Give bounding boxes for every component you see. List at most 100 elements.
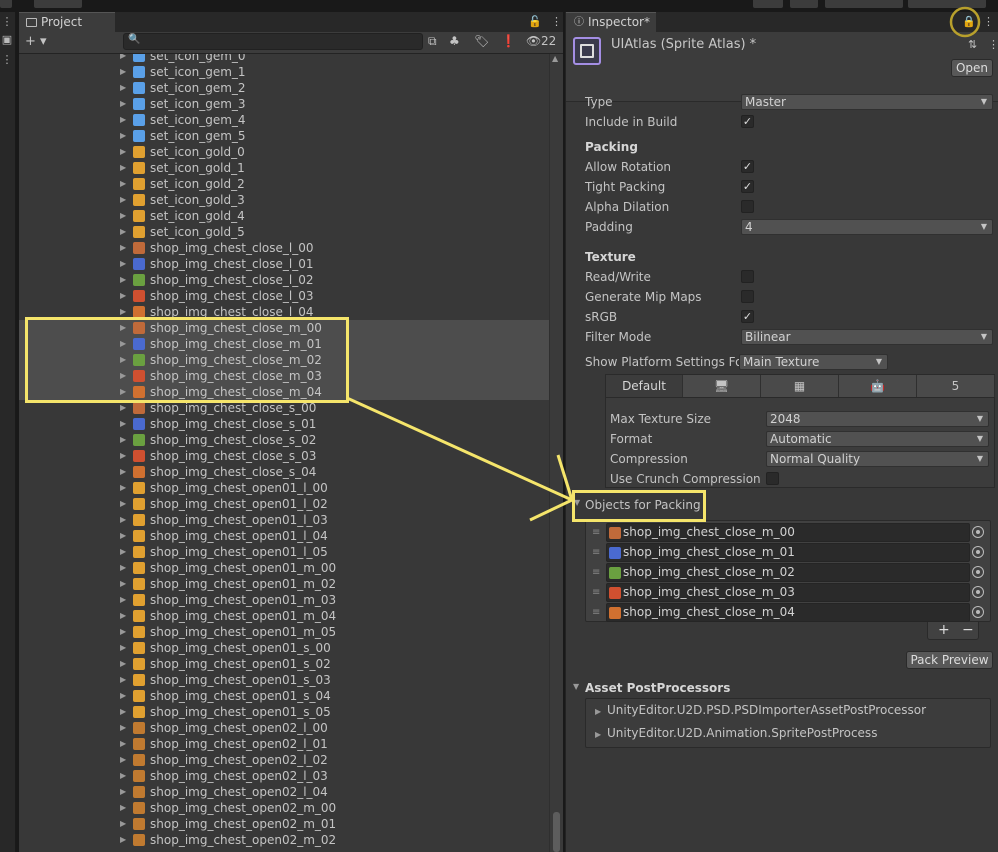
expand-arrow-icon[interactable]: ▶: [120, 448, 126, 464]
list-item[interactable]: ▶ set_icon_gem_5: [19, 128, 549, 144]
list-item[interactable]: ▶ set_icon_gold_1: [19, 160, 549, 176]
platform-tab[interactable]: ▦: [761, 375, 839, 397]
kebab-menu-icon[interactable]: ⋮: [551, 15, 562, 28]
dock-tool-icon[interactable]: ▣: [1, 34, 13, 46]
drag-handle-icon[interactable]: ≡: [592, 563, 600, 582]
object-picker-icon[interactable]: [972, 526, 984, 538]
expand-arrow-icon[interactable]: ▶: [120, 64, 126, 80]
expand-arrow-icon[interactable]: ▶: [120, 416, 126, 432]
list-item[interactable]: ▶ shop_img_chest_close_l_03: [19, 288, 549, 304]
remove-item-button[interactable]: −: [962, 622, 974, 638]
expand-arrow-icon[interactable]: ▶: [120, 144, 126, 160]
expand-arrow-icon[interactable]: ▶: [120, 192, 126, 208]
expand-arrow-icon[interactable]: ▶: [120, 112, 126, 128]
expand-arrow-icon[interactable]: ▶: [120, 720, 126, 736]
toolbar-chip[interactable]: [0, 0, 12, 8]
filter-mode-dropdown[interactable]: Bilinear ▼: [741, 329, 993, 345]
platform-tab[interactable]: Default: [606, 375, 683, 397]
add-item-button[interactable]: +: [938, 622, 950, 638]
error-filter-icon[interactable]: ❗: [501, 34, 516, 48]
expand-arrow-icon[interactable]: ▶: [120, 688, 126, 704]
open-button[interactable]: Open: [951, 59, 993, 77]
expand-arrow-icon[interactable]: ▶: [120, 54, 126, 64]
list-item[interactable]: ▶ shop_img_chest_open02_l_00: [19, 720, 549, 736]
pack-preview-button[interactable]: Pack Preview: [906, 651, 993, 669]
list-item[interactable]: ▶ shop_img_chest_close_l_00: [19, 240, 549, 256]
expand-arrow-icon[interactable]: ▶: [120, 800, 126, 816]
max-texture-size-dropdown[interactable]: 2048 ▼: [766, 411, 989, 427]
expand-arrow-icon[interactable]: ▶: [120, 592, 126, 608]
hidden-packages-icon[interactable]: 👁: [526, 34, 541, 48]
list-item[interactable]: ▶ set_icon_gold_5: [19, 224, 549, 240]
kebab-menu-icon[interactable]: ⋮: [983, 15, 994, 28]
srgb-checkbox[interactable]: ✓: [741, 310, 754, 323]
expand-arrow-icon[interactable]: ▶: [120, 560, 126, 576]
list-item[interactable]: ▶ set_icon_gem_0: [19, 54, 549, 64]
expand-arrow-icon[interactable]: ▶: [120, 704, 126, 720]
kebab-menu-icon[interactable]: ⋮: [1, 54, 13, 66]
expand-arrow-icon[interactable]: ▶: [120, 224, 126, 240]
layers-dropdown[interactable]: [825, 0, 903, 8]
packing-object-field[interactable]: shop_img_chest_close_m_03: [606, 583, 970, 602]
drag-handle-icon[interactable]: ≡: [592, 543, 600, 562]
expand-arrow-icon[interactable]: ▶: [120, 480, 126, 496]
packing-object-field[interactable]: shop_img_chest_close_m_04: [606, 603, 970, 622]
expand-arrow-icon[interactable]: ▶: [120, 256, 126, 272]
expand-arrow-icon[interactable]: ▶: [120, 544, 126, 560]
crunch-checkbox[interactable]: [766, 472, 779, 485]
expand-arrow-icon[interactable]: ▶: [120, 512, 126, 528]
expand-arrow-icon[interactable]: ▶: [120, 608, 126, 624]
object-picker-icon[interactable]: [972, 606, 984, 618]
compression-dropdown[interactable]: Normal Quality ▼: [766, 451, 989, 467]
expand-arrow-icon[interactable]: ▶: [120, 816, 126, 832]
mipmaps-checkbox[interactable]: [741, 290, 754, 303]
list-item[interactable]: ▶ set_icon_gold_2: [19, 176, 549, 192]
postprocessor-item[interactable]: UnityEditor.U2D.Animation.SpritePostProc…: [607, 726, 877, 740]
expand-arrow-icon[interactable]: ▶: [120, 496, 126, 512]
platform-dropdown[interactable]: Main Texture ▼: [739, 354, 888, 370]
lock-icon[interactable]: 🔒: [962, 15, 976, 28]
list-item[interactable]: ▶ shop_img_chest_close_s_03: [19, 448, 549, 464]
list-item[interactable]: ▶ set_icon_gem_2: [19, 80, 549, 96]
list-item[interactable]: ▶ shop_img_chest_open01_m_02: [19, 576, 549, 592]
expand-arrow-icon[interactable]: ▶: [120, 784, 126, 800]
list-item[interactable]: ▶ shop_img_chest_close_s_01: [19, 416, 549, 432]
list-item[interactable]: ▶ shop_img_chest_open01_m_04: [19, 608, 549, 624]
packing-object-field[interactable]: shop_img_chest_close_m_00: [606, 523, 970, 542]
format-dropdown[interactable]: Automatic ▼: [766, 431, 989, 447]
list-item[interactable]: ▶ set_icon_gem_3: [19, 96, 549, 112]
layout-dropdown[interactable]: [908, 0, 986, 8]
list-item[interactable]: ▶ shop_img_chest_open02_l_01: [19, 736, 549, 752]
object-picker-icon[interactable]: [972, 586, 984, 598]
list-item[interactable]: ▶ shop_img_chest_open01_l_00: [19, 480, 549, 496]
packing-object-field[interactable]: shop_img_chest_close_m_01: [606, 543, 970, 562]
expand-arrow-icon[interactable]: ▶: [120, 656, 126, 672]
tight-packing-checkbox[interactable]: ✓: [741, 180, 754, 193]
expand-arrow-icon[interactable]: ▶: [120, 208, 126, 224]
expand-arrow-icon[interactable]: ▶: [120, 736, 126, 752]
project-asset-list[interactable]: ▶ set_icon_gem_0 ▶ set_icon_gem_1 ▶ set_icon_…: [19, 54, 549, 852]
kebab-menu-icon[interactable]: ⋮: [1, 16, 13, 28]
expand-arrow-icon[interactable]: ▶: [120, 128, 126, 144]
foldout-arrow-icon[interactable]: ▶: [595, 730, 601, 739]
packing-object-field[interactable]: shop_img_chest_close_m_02: [606, 563, 970, 582]
list-item[interactable]: ▶ shop_img_chest_open01_s_04: [19, 688, 549, 704]
create-dropdown[interactable]: + ▾: [25, 34, 47, 49]
expand-arrow-icon[interactable]: ▶: [120, 752, 126, 768]
settings-icon[interactable]: ⇅: [968, 38, 977, 51]
list-item[interactable]: ▶ shop_img_chest_close_s_02: [19, 432, 549, 448]
alpha-dilation-checkbox[interactable]: [741, 200, 754, 213]
drag-handle-icon[interactable]: ≡: [592, 523, 600, 542]
scrollbar-thumb[interactable]: [553, 812, 560, 852]
expand-arrow-icon[interactable]: ▶: [120, 240, 126, 256]
list-item[interactable]: ▶ set_icon_gold_4: [19, 208, 549, 224]
allow-rotation-checkbox[interactable]: ✓: [741, 160, 754, 173]
list-item[interactable]: ▶ set_icon_gold_3: [19, 192, 549, 208]
filter-by-type-icon[interactable]: ♣: [449, 34, 460, 48]
include-in-build-checkbox[interactable]: ✓: [741, 115, 754, 128]
list-item[interactable]: ▶ set_icon_gold_0: [19, 144, 549, 160]
platform-tab[interactable]: 5: [917, 375, 995, 397]
expand-arrow-icon[interactable]: ▶: [120, 624, 126, 640]
expand-arrow-icon[interactable]: ▶: [120, 96, 126, 112]
expand-arrow-icon[interactable]: ▶: [120, 640, 126, 656]
